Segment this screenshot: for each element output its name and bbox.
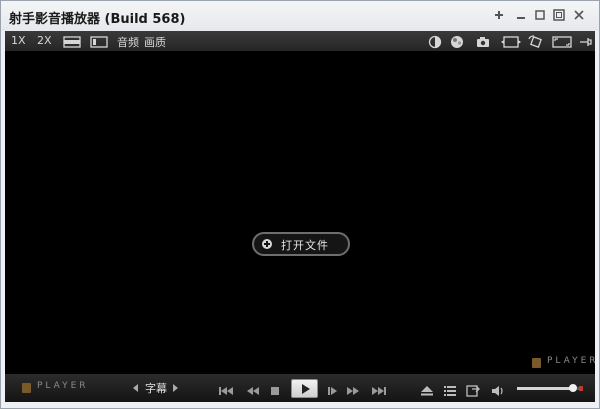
video-logo: PLAYER <box>532 356 596 368</box>
rotate-icon[interactable] <box>527 34 545 48</box>
title-bar[interactable]: 射手影音播放器 (Build 568) <box>1 1 599 31</box>
prev-subtitle-icon[interactable] <box>133 384 138 392</box>
volume-icon[interactable] <box>491 382 507 396</box>
video-area[interactable]: 打开文件 PLAYER <box>5 51 596 374</box>
volume-max-marker <box>579 386 583 391</box>
brightness-icon[interactable] <box>428 34 443 49</box>
top-toolbar: 1X 2X 音频 画质 <box>5 31 595 51</box>
open-file-button[interactable]: 打开文件 <box>252 232 350 256</box>
window-title: 射手影音播放器 (Build 568) <box>9 12 186 27</box>
rewind-icon[interactable] <box>245 382 261 395</box>
skip-back-icon[interactable] <box>218 382 234 395</box>
control-bar: PLAYER 字幕 <box>5 374 595 402</box>
close-icon[interactable] <box>571 8 587 22</box>
settings-icon[interactable] <box>465 382 481 397</box>
video-logo-text: PLAYER <box>547 356 599 366</box>
size-1x-button[interactable]: 1X <box>11 34 26 47</box>
stop-icon[interactable] <box>267 382 283 395</box>
play-button[interactable] <box>291 379 318 398</box>
skip-forward-icon[interactable] <box>371 382 387 395</box>
add-icon <box>262 239 272 249</box>
pin-top-icon[interactable] <box>578 34 593 48</box>
fit-window-icon[interactable] <box>500 34 522 48</box>
fullscreen-icon[interactable] <box>551 8 567 22</box>
control-logo-text: PLAYER <box>37 381 89 391</box>
playlist-icon[interactable] <box>442 382 458 396</box>
volume-slider[interactable] <box>517 384 579 392</box>
control-logo: PLAYER <box>22 381 92 393</box>
open-file-label: 打开文件 <box>281 239 329 252</box>
fast-forward-icon[interactable] <box>345 382 361 395</box>
picture-menu[interactable]: 画质 <box>144 34 166 50</box>
screen-icon[interactable] <box>552 34 572 48</box>
minimize-icon[interactable] <box>513 8 529 22</box>
restore-icon[interactable] <box>532 8 548 22</box>
snapshot-icon[interactable] <box>476 34 491 48</box>
color-icon[interactable] <box>450 34 465 48</box>
size-2x-button[interactable]: 2X <box>37 34 52 47</box>
volume-knob[interactable] <box>568 384 577 392</box>
logo-icon <box>532 358 541 368</box>
volume-fill <box>517 387 573 390</box>
pin-icon[interactable] <box>491 8 507 22</box>
step-forward-icon[interactable] <box>325 382 341 395</box>
next-subtitle-icon[interactable] <box>173 384 178 392</box>
wide-screen-icon[interactable] <box>63 34 81 48</box>
subtitle-button[interactable]: 字幕 <box>145 380 167 396</box>
normal-screen-icon[interactable] <box>90 34 108 48</box>
audio-menu[interactable]: 音频 <box>117 34 139 50</box>
logo-icon <box>22 383 31 393</box>
eject-icon[interactable] <box>419 382 435 396</box>
player-window: 射手影音播放器 (Build 568) 1X 2X 音频 画质 打开文件 PLA… <box>0 0 600 409</box>
